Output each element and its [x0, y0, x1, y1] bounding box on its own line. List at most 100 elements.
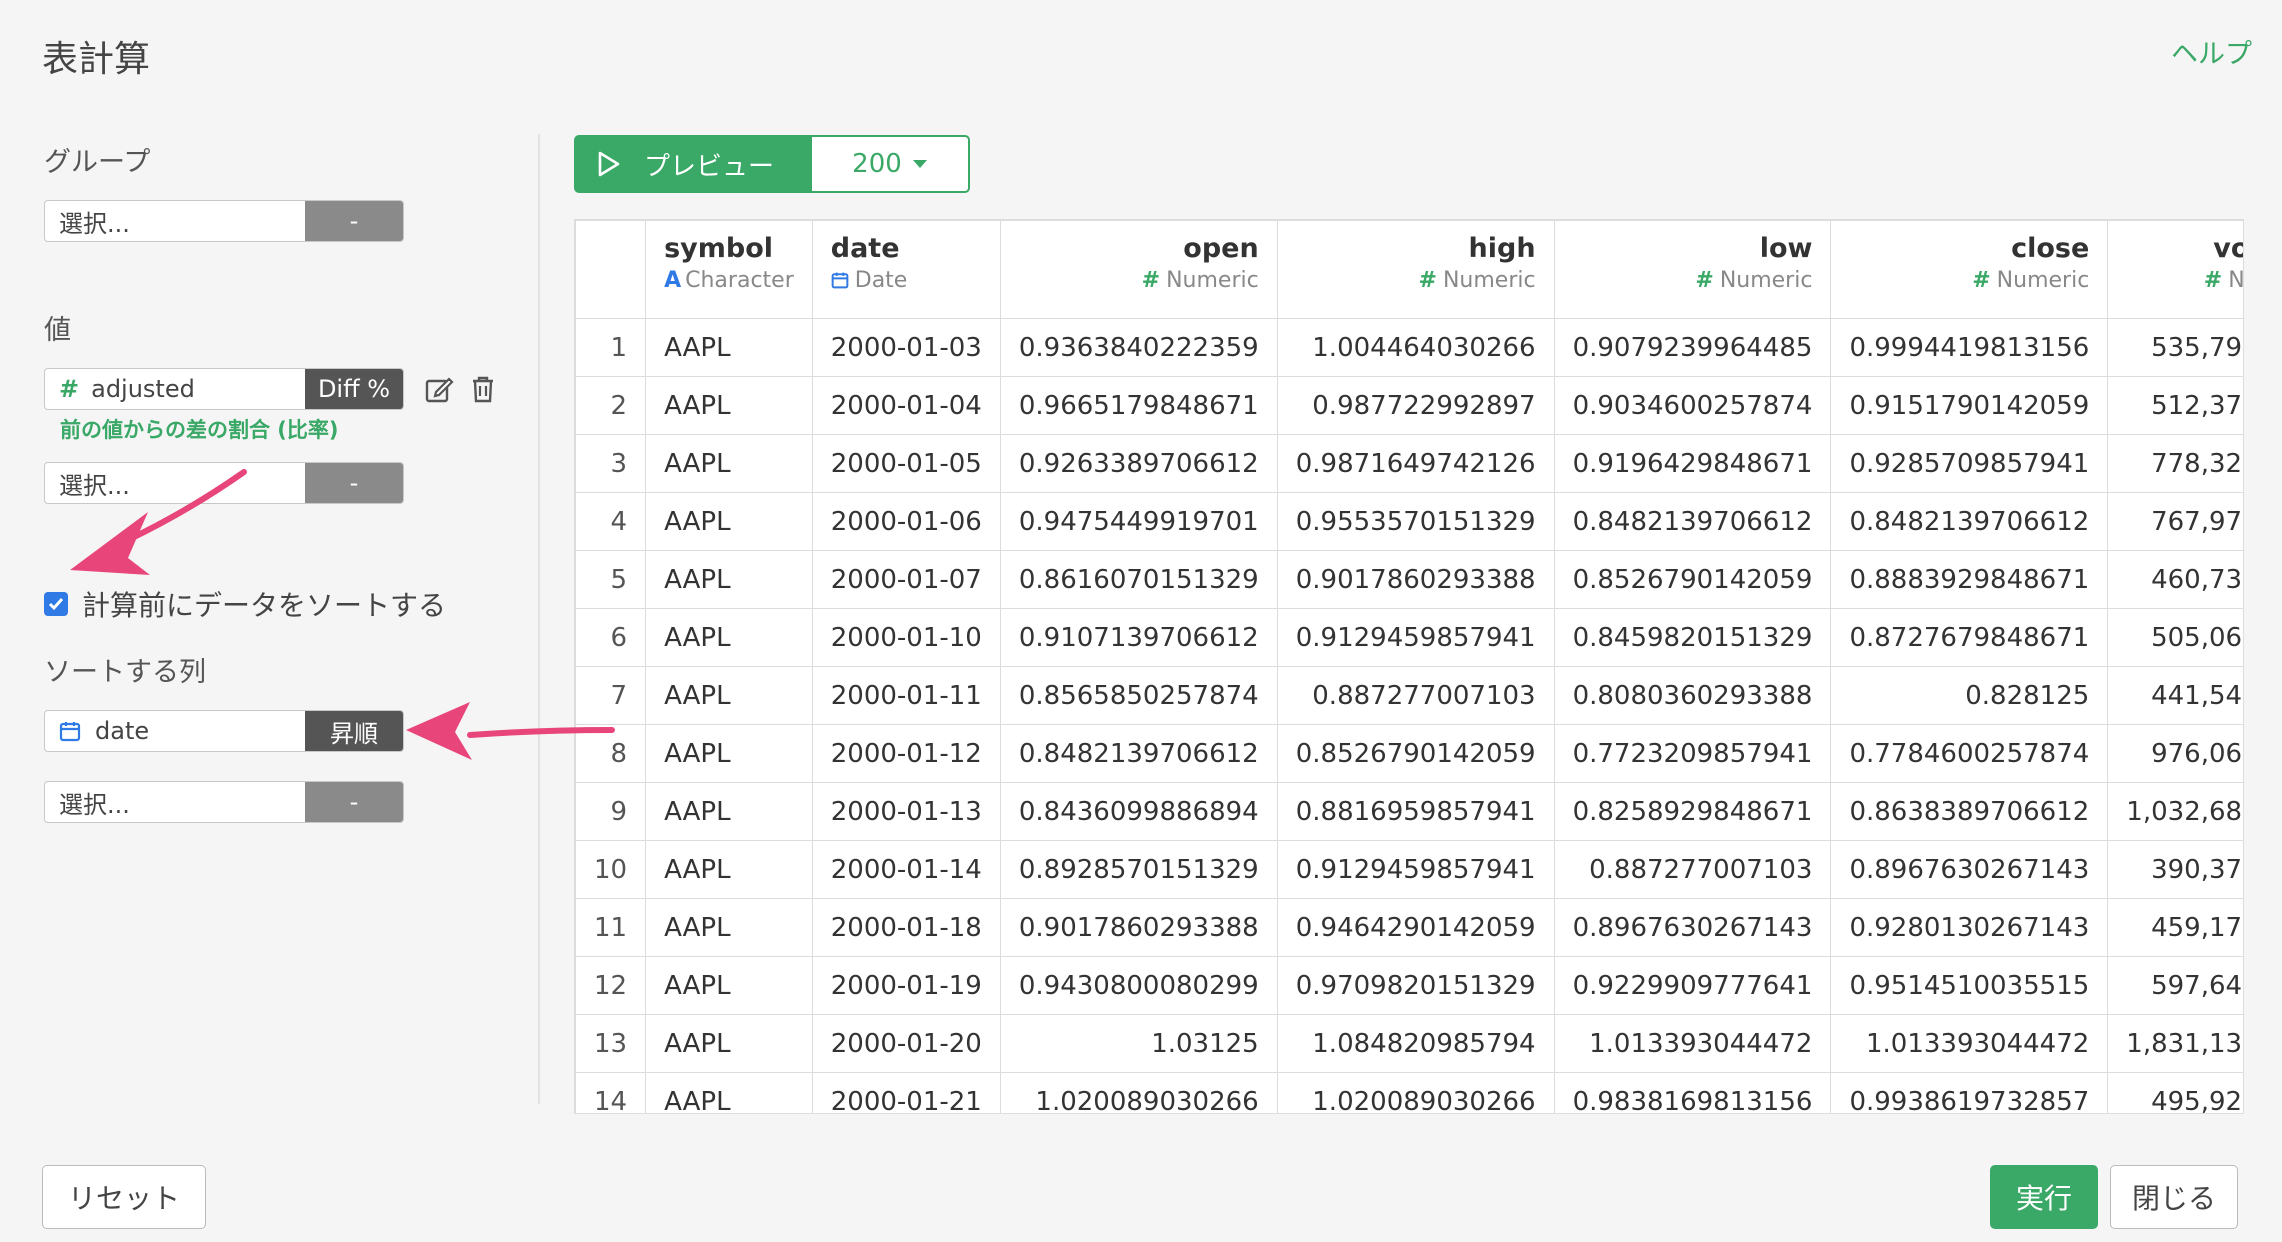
table-cell: 0.9838169813156 [1553, 1072, 1832, 1113]
table-row[interactable]: 14 AAPL 2000-01-21 1.020089030266 1.02008903… [575, 1072, 2243, 1113]
table-row[interactable]: 11 AAPL 2000-01-18 0.9017860293388 0.9464290… [575, 898, 2243, 957]
table-cell: AAPL [645, 550, 813, 609]
value-remove-button[interactable]: - [305, 463, 403, 503]
close-button[interactable]: 閉じる [2110, 1165, 2238, 1229]
numeric-type-icon: # [1972, 268, 1991, 293]
sort-column[interactable]: date [45, 711, 305, 751]
column-header-date[interactable]: date Date [811, 220, 1001, 319]
column-header-close[interactable]: close # Numeric [1830, 220, 2109, 319]
table-cell: 0.9017860293388 [1276, 550, 1555, 609]
table-cell: 0.9107139706612 [999, 608, 1278, 667]
play-icon [598, 151, 620, 177]
preview-count-dropdown[interactable]: 200 [810, 135, 970, 193]
sort-add-select-text[interactable]: 選択... [45, 782, 305, 822]
group-label: グループ [44, 147, 151, 178]
sort-order-button[interactable]: 昇順 [305, 711, 403, 751]
table-cell: 0.8258929848671 [1553, 782, 1832, 841]
table-row[interactable]: 13 AAPL 2000-01-20 1.03125 1.084820985794 1.0… [575, 1014, 2243, 1073]
table-row[interactable]: 12 AAPL 2000-01-19 0.9430800080299 0.9709820… [575, 956, 2243, 1015]
numeric-type-icon: # [59, 375, 80, 403]
table-row[interactable]: 8 AAPL 2000-01-12 0.8482139706612 0.85267901… [575, 724, 2243, 783]
table-cell: AAPL [645, 434, 813, 493]
table-cell: 0.7784600257874 [1830, 724, 2109, 783]
value-add-select-text[interactable]: 選択... [45, 463, 305, 503]
table-cell: 0.8482139706612 [1553, 492, 1832, 551]
value-column[interactable]: # adjusted [45, 369, 305, 409]
table-cell: AAPL [645, 318, 813, 377]
table-cell: 512,377 [2107, 376, 2243, 435]
group-remove-button[interactable]: - [305, 201, 403, 241]
table-row[interactable]: 3 AAPL 2000-01-05 0.9263389706612 0.98716497… [575, 434, 2243, 493]
table-cell: 0.8436099886894 [999, 782, 1278, 841]
value-column-select[interactable]: # adjusted Diff % [44, 368, 404, 410]
row-number: 11 [575, 898, 647, 957]
table-cell: 0.9553570151329 [1276, 492, 1555, 551]
row-number: 3 [575, 434, 647, 493]
calc-description: 前の値からの差の割合 (比率) [60, 418, 339, 442]
table-cell: 0.8816959857941 [1276, 782, 1555, 841]
table-cell: 0.887277007103 [1553, 840, 1832, 899]
table-cell: 0.8565850257874 [999, 666, 1278, 725]
value-column-name: adjusted [91, 375, 195, 403]
table-cell: 1.013393044472 [1553, 1014, 1832, 1073]
table-cell: AAPL [645, 956, 813, 1015]
group-select[interactable]: 選択... - [44, 200, 404, 242]
sort-column-select[interactable]: date 昇順 [44, 710, 404, 752]
table-cell: 1,831,132 [2107, 1014, 2243, 1073]
sort-column-name: date [95, 717, 150, 745]
table-row[interactable]: 10 AAPL 2000-01-14 0.8928570151329 0.9129459… [575, 840, 2243, 899]
table-cell: AAPL [645, 782, 813, 841]
reset-button[interactable]: リセット [42, 1165, 206, 1229]
table-cell: 0.8967630267143 [1553, 898, 1832, 957]
table-row[interactable]: 2 AAPL 2000-01-04 0.9665179848671 0.98772299… [575, 376, 2243, 435]
run-button[interactable]: 実行 [1990, 1165, 2098, 1229]
table-row[interactable]: 7 AAPL 2000-01-11 0.8565850257874 0.88727700… [575, 666, 2243, 725]
table-row[interactable]: 6 AAPL 2000-01-10 0.9107139706612 0.91294598… [575, 608, 2243, 667]
help-link[interactable]: ヘルプ [2171, 32, 2252, 71]
table-cell: 1.004464030266 [1276, 318, 1555, 377]
table-cell: 0.9129459857941 [1276, 608, 1555, 667]
table-cell: 0.7723209857941 [1553, 724, 1832, 783]
group-select-text[interactable]: 選択... [45, 201, 305, 241]
column-header-open[interactable]: open # Numeric [999, 220, 1278, 319]
table-cell: 0.9938619732857 [1830, 1072, 2109, 1113]
edit-icon[interactable] [422, 372, 456, 406]
numeric-type-icon: # [1418, 268, 1437, 293]
table-row[interactable]: 9 AAPL 2000-01-13 0.8436099886894 0.88169598… [575, 782, 2243, 841]
row-number: 2 [575, 376, 647, 435]
calc-type-button[interactable]: Diff % [305, 369, 403, 409]
table-cell: 1,032,684 [2107, 782, 2243, 841]
preview-grid[interactable]: symbol A Character date Date open # Numeri… [574, 219, 2244, 1114]
table-cell: 2000-01-12 [811, 724, 1001, 783]
table-row[interactable]: 4 AAPL 2000-01-06 0.9475449919701 0.95535701… [575, 492, 2243, 551]
sort-add-select[interactable]: 選択... - [44, 781, 404, 823]
column-header-symbol[interactable]: symbol A Character [645, 220, 813, 319]
table-row[interactable]: 1 AAPL 2000-01-03 0.9363840222359 1.00446403… [575, 318, 2243, 377]
table-cell: 0.8526790142059 [1553, 550, 1832, 609]
table-cell: 0.9034600257874 [1553, 376, 1832, 435]
table-cell: 535,796 [2107, 318, 2243, 377]
table-cell: 0.9263389706612 [999, 434, 1278, 493]
preview-label: プレビュー [644, 151, 775, 182]
column-header-low[interactable]: low # Numeric [1553, 220, 1832, 319]
panel-divider [538, 134, 540, 1104]
table-cell: 0.9017860293388 [999, 898, 1278, 957]
table-cell: 0.9285709857941 [1830, 434, 2109, 493]
sort-before-checkbox[interactable] [44, 592, 68, 616]
table-cell: 0.8883929848671 [1830, 550, 2109, 609]
table-cell: AAPL [645, 608, 813, 667]
table-row[interactable]: 5 AAPL 2000-01-07 0.8616070151329 0.90178602… [575, 550, 2243, 609]
preview-button[interactable]: プレビュー [574, 135, 810, 193]
sort-before-checkbox-row[interactable]: 計算前にデータをソートする [44, 584, 446, 624]
table-cell: 460,734 [2107, 550, 2243, 609]
table-cell: 0.9464290142059 [1276, 898, 1555, 957]
trash-icon[interactable] [466, 372, 500, 406]
table-cell: 0.8638389706612 [1830, 782, 2109, 841]
table-cell: AAPL [645, 840, 813, 899]
column-header-volume[interactable]: vol #Nu [2107, 220, 2243, 319]
table-cell: 0.9709820151329 [1276, 956, 1555, 1015]
table-cell: 2000-01-13 [811, 782, 1001, 841]
column-header-high[interactable]: high # Numeric [1276, 220, 1555, 319]
sort-remove-button[interactable]: - [305, 782, 403, 822]
value-add-select[interactable]: 選択... - [44, 462, 404, 504]
